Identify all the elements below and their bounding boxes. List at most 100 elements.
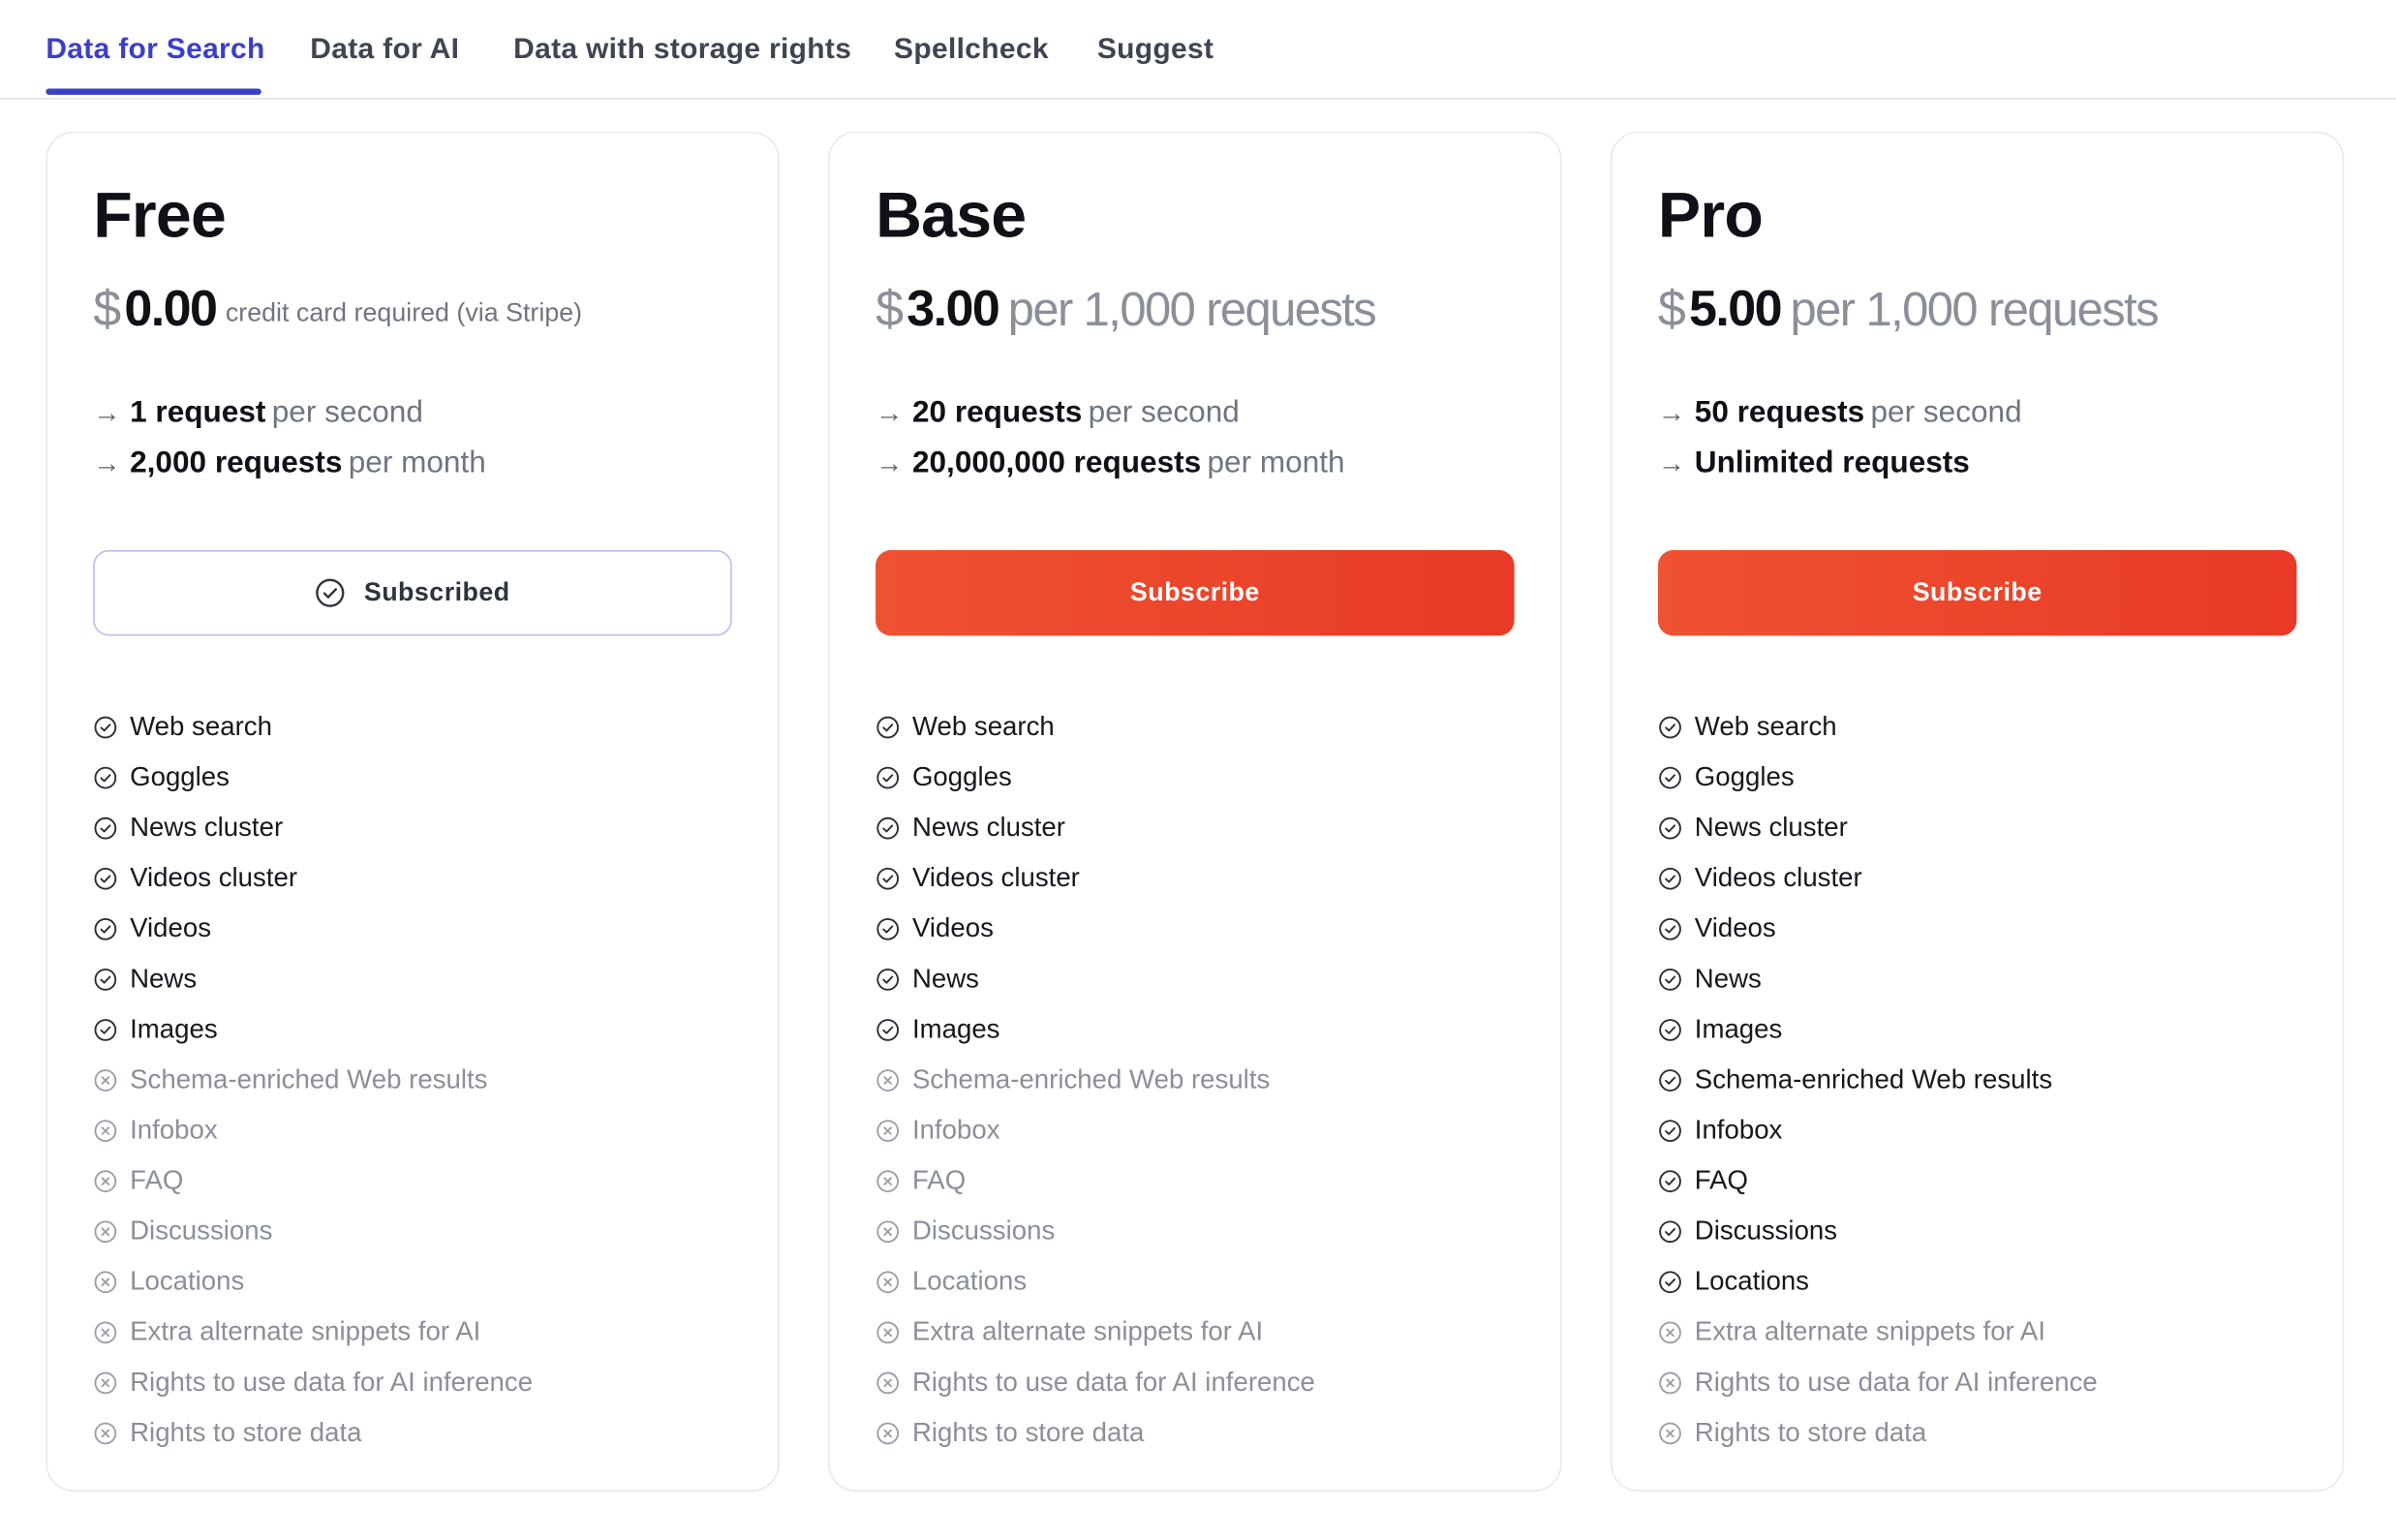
feature-label: Rights to store data bbox=[1694, 1416, 1927, 1448]
feature-item: News bbox=[1658, 954, 2098, 1004]
x-circle-icon bbox=[94, 1320, 117, 1343]
feature-label: Extra alternate snippets for AI bbox=[1694, 1315, 2046, 1347]
check-circle-icon bbox=[1659, 1068, 1681, 1092]
pricing-page: Data for Search Data for AI Data with st… bbox=[0, 0, 2396, 1540]
plan-name: Free bbox=[93, 178, 227, 251]
plan-card-pro: Pro $5.00 per 1,000 requests → 50 requests… bbox=[1611, 131, 2345, 1492]
feature-label: Locations bbox=[130, 1265, 245, 1296]
arrow-right-icon: → bbox=[1657, 447, 1686, 478]
limit-unit: per month bbox=[348, 446, 486, 480]
x-circle-icon bbox=[94, 1219, 117, 1243]
feature-label: Extra alternate snippets for AI bbox=[130, 1315, 481, 1347]
arrow-right-icon: → bbox=[1657, 397, 1686, 428]
feature-label: FAQ bbox=[130, 1164, 184, 1195]
tab-data-for-ai[interactable]: Data for AI bbox=[310, 34, 459, 68]
feature-label: Videos bbox=[130, 911, 212, 943]
feature-item: Videos bbox=[93, 903, 533, 953]
limit-unit: per month bbox=[1207, 446, 1345, 480]
feature-label: Rights to store data bbox=[911, 1416, 1145, 1448]
feature-item: Schema-enriched Web results bbox=[875, 1055, 1315, 1105]
x-circle-icon bbox=[94, 1119, 117, 1142]
feature-label: Infobox bbox=[130, 1114, 218, 1145]
feature-label: Images bbox=[1694, 1013, 1783, 1044]
feature-item: Extra alternate snippets for AI bbox=[93, 1307, 533, 1357]
check-circle-icon bbox=[1659, 715, 1681, 738]
feature-label: Goggles bbox=[911, 760, 1012, 792]
feature-item: Images bbox=[875, 1004, 1315, 1055]
feature-item: Goggles bbox=[875, 752, 1315, 802]
subscribe-button-pro[interactable]: Subscribe bbox=[1657, 550, 2297, 636]
feature-label: News cluster bbox=[1694, 811, 1848, 843]
check-circle-icon bbox=[1659, 816, 1681, 839]
tab-suggest[interactable]: Suggest bbox=[1097, 34, 1213, 68]
x-circle-icon bbox=[1659, 1371, 1681, 1394]
x-circle-icon bbox=[876, 1169, 900, 1192]
feature-item: Rights to store data bbox=[875, 1407, 1315, 1458]
plan-card-base: Base $3.00 per 1,000 requests → 20 request… bbox=[828, 131, 1562, 1492]
check-circle-icon bbox=[876, 867, 900, 889]
feature-item: Infobox bbox=[1658, 1105, 2098, 1155]
check-circle-icon bbox=[94, 968, 117, 990]
button-label: Subscribed bbox=[363, 577, 510, 607]
feature-label: Rights to store data bbox=[130, 1416, 362, 1448]
feature-item: Schema-enriched Web results bbox=[1658, 1055, 2098, 1105]
feature-label: Rights to use data for AI inference bbox=[1694, 1366, 2098, 1398]
feature-item: Images bbox=[1658, 1004, 2098, 1055]
x-circle-icon bbox=[876, 1320, 900, 1343]
feature-item: Goggles bbox=[93, 752, 533, 802]
check-circle-icon bbox=[1659, 1169, 1681, 1192]
feature-label: Discussions bbox=[911, 1215, 1056, 1246]
plan-card-free: Free $0.00 credit card required (via Stri… bbox=[46, 131, 780, 1492]
subscribed-button[interactable]: Subscribed bbox=[93, 550, 732, 636]
price-currency: $ bbox=[875, 279, 905, 337]
x-circle-icon bbox=[876, 1371, 900, 1394]
feature-label: News bbox=[130, 963, 198, 994]
x-circle-icon bbox=[94, 1068, 117, 1092]
feature-label: Web search bbox=[1694, 710, 1837, 742]
limit-row: → 2,000 requests per month bbox=[93, 447, 486, 486]
feature-item: News cluster bbox=[1658, 802, 2098, 852]
check-circle-icon bbox=[316, 578, 345, 607]
feature-item: Videos bbox=[1658, 903, 2098, 953]
feature-label: Web search bbox=[130, 710, 272, 742]
plan-price: $3.00 per 1,000 requests bbox=[875, 279, 1377, 341]
x-circle-icon bbox=[876, 1421, 900, 1444]
arrow-right-icon: → bbox=[93, 397, 121, 428]
check-circle-icon bbox=[876, 917, 900, 939]
check-circle-icon bbox=[1659, 1119, 1681, 1142]
tab-data-with-storage-rights[interactable]: Data with storage rights bbox=[513, 34, 851, 68]
feature-item: Videos cluster bbox=[1658, 852, 2098, 903]
feature-item: Infobox bbox=[875, 1105, 1315, 1155]
feature-item: Web search bbox=[875, 701, 1315, 752]
x-circle-icon bbox=[94, 1421, 117, 1444]
limit-row: → Unlimited requests bbox=[1658, 447, 1976, 486]
feature-list: Web search Goggles News cluster Videos clus… bbox=[1658, 701, 2098, 1458]
feature-label: Videos cluster bbox=[130, 861, 298, 893]
price-currency: $ bbox=[93, 279, 122, 337]
x-circle-icon bbox=[94, 1371, 117, 1394]
check-circle-icon bbox=[94, 917, 117, 939]
tab-data-for-search[interactable]: Data for Search bbox=[46, 34, 264, 68]
feature-item: Discussions bbox=[1658, 1206, 2098, 1256]
feature-label: Videos cluster bbox=[911, 861, 1080, 893]
feature-item: Videos cluster bbox=[875, 852, 1315, 903]
tab-spellcheck[interactable]: Spellcheck bbox=[894, 34, 1049, 68]
subscribe-button-base[interactable]: Subscribe bbox=[875, 550, 1515, 636]
feature-label: Videos bbox=[1694, 911, 1776, 943]
feature-item: Locations bbox=[1658, 1256, 2098, 1307]
limit-unit: per second bbox=[1870, 395, 2022, 430]
check-circle-icon bbox=[94, 867, 117, 889]
feature-label: Discussions bbox=[1694, 1215, 1838, 1246]
feature-item: Infobox bbox=[93, 1105, 533, 1155]
limit-row: → 50 requests per second bbox=[1658, 396, 2022, 436]
limit-unit: per second bbox=[271, 395, 423, 430]
feature-label: News bbox=[1694, 963, 1762, 994]
check-circle-icon bbox=[1659, 917, 1681, 939]
feature-label: Web search bbox=[911, 710, 1055, 742]
feature-label: Videos cluster bbox=[1694, 861, 1862, 893]
x-circle-icon bbox=[1659, 1421, 1681, 1444]
price-amount: 5.00 bbox=[1689, 279, 1783, 337]
feature-list: Web search Goggles News cluster Videos clus… bbox=[875, 701, 1315, 1458]
x-circle-icon bbox=[876, 1119, 900, 1142]
feature-label: FAQ bbox=[911, 1164, 967, 1195]
